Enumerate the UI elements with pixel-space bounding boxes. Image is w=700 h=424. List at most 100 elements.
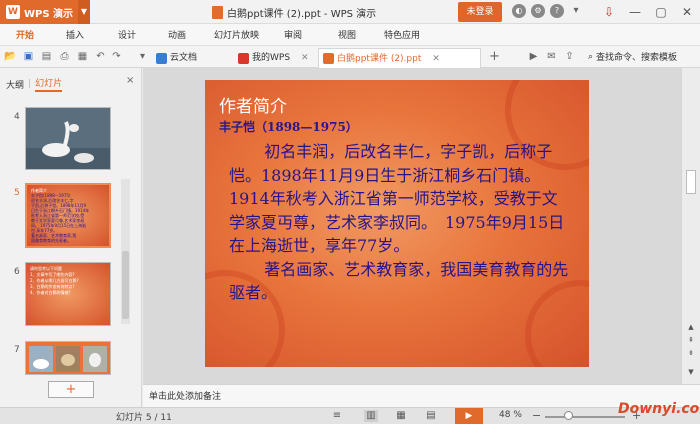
comment-icon[interactable]: ✉ [545,50,558,63]
slide-canvas[interactable]: 作者简介 丰子恺（1898—1975） 初名丰润，后改名丰仁，字子凯，后称子恺。… [205,80,589,367]
slide-thumbnail-7[interactable] [25,341,111,375]
thumb-5-text: 作者简介 丰子恺(1898—1975) 初名丰润,后改名丰仁,字 子凯,后称子恺… [27,185,109,246]
print-icon[interactable]: ⎙ [58,50,71,63]
tab-slides[interactable]: 幻灯片 [35,76,63,92]
settings-icon[interactable]: ⚙ [531,4,545,18]
slide-paragraph-2: 著名画家、艺术教育家，我国美育教育的先驱者。 [229,259,569,303]
watermark-logo: Downyi.com [618,401,700,417]
notes-placeholder: 单击此处添加备注 [149,392,222,402]
app-name: WPS 演示 [24,8,74,20]
ribbon-menu: 开始 插入 设计 动画 幻灯片放映 审阅 视图 特色应用 [0,24,700,46]
screen-record-icon[interactable]: ▶ [527,50,540,63]
slide-paragraph-1: 初名丰润，后改名丰仁，字子凯，后称子恺。1898年11月9日生于浙江桐乡石门镇。… [229,142,565,255]
editor-scrollbar[interactable]: ▲ ⇞ ⇟ ▼ [681,68,700,384]
document-title-text: 白鹅ppt课件 (2).ppt - WPS 演示 [227,9,377,20]
zoom-out-icon[interactable]: − [532,409,541,422]
thumb-number: 5 [14,188,20,198]
menu-design[interactable]: 设计 [118,28,136,41]
thumb-line: 国美育教育的先驱者。 [31,238,71,243]
menu-slideshow[interactable]: 幻灯片放映 [214,28,259,41]
panel-scroll-thumb[interactable] [122,251,129,319]
redo-icon[interactable]: ↷ [110,50,123,63]
slide-thumbnail-4[interactable] [25,107,111,170]
open-icon[interactable]: 📂 [4,50,17,63]
skin-icon[interactable]: ◐ [512,4,526,18]
tab-document[interactable]: 白鹅ppt课件 (2).ppt ✕ [318,48,481,68]
close-button[interactable]: ✕ [674,0,700,24]
slide-heading[interactable]: 作者简介 [219,92,287,117]
slide-thumbnail-6[interactable]: 请你思考以下问题 1、文章中写了哪些内容? 2、作者从哪几方面写白鹅? 3、白鹅… [25,262,111,326]
export-pdf-icon[interactable]: ▤ [40,50,53,63]
zoom-level: 48 % [499,410,522,420]
tab-cloud-docs[interactable]: 云文档 [152,48,201,68]
thumb-number: 4 [14,112,20,122]
slide-editor: 作者简介 丰子恺（1898—1975） 初名丰润，后改名丰仁，字子凯，后称子恺。… [143,68,681,384]
help-icon[interactable]: ? [550,4,564,18]
thumb-number: 6 [14,267,20,277]
tab-my-wps-label: 我的WPS [252,53,291,63]
chevron-down-icon[interactable]: ▼ [78,0,90,24]
quick-access-toolbar: 📂 ▣ ▤ ⎙ ▦ ↶ ↷ ▾ 云文档 我的WPS ✕ 白鹅ppt课件 (2).… [0,46,700,68]
maximize-button[interactable]: ▢ [648,0,674,24]
panel-scrollbar[interactable] [121,179,130,324]
scroll-up-arrow[interactable]: ▲ [686,323,696,331]
normal-view-icon[interactable]: ▥ [364,410,378,422]
tab-cloud-label: 云文档 [170,53,198,63]
search-label: 查找命令、搜索模板 [596,53,678,63]
slide-thumbnail-5[interactable]: 作者简介 丰子恺(1898—1975) 初名丰润,后改名丰仁,字 子凯,后称子恺… [25,183,111,248]
slide-panel: 大纲 | 幻灯片 × 4 5 作者简介 丰子恺(1898—1975) 初名丰润,… [0,68,142,407]
minimize-ribbon-icon[interactable]: ▾ [569,4,583,18]
thumb-6-text: 请你思考以下问题 1、文章中写了哪些内容? 2、作者从哪几方面写白鹅? 3、白鹅… [26,263,110,299]
menu-animation[interactable]: 动画 [168,28,186,41]
ppt-file-icon [212,6,223,19]
customize-toolbar-icon[interactable]: ▾ [136,50,149,63]
close-icon[interactable]: ✕ [301,48,309,68]
search-command[interactable]: ⌕ 查找命令、搜索模板 [588,50,678,64]
tab-outline[interactable]: 大纲 [6,78,24,91]
notes-toggle-icon[interactable]: ≡ [330,410,344,422]
minimize-button[interactable]: — [622,0,648,24]
search-icon: ⌕ [588,51,594,62]
play-slideshow-button[interactable]: ▶ [455,408,483,424]
next-slide-icon[interactable]: ⇟ [686,349,696,357]
tab-my-wps[interactable]: 我的WPS ✕ [234,48,313,68]
menu-home[interactable]: 开始 [16,28,34,41]
menu-view[interactable]: 视图 [338,28,356,41]
menu-insert[interactable]: 插入 [66,28,84,41]
title-bar: W WPS 演示 ▼ 白鹅ppt课件 (2).ppt - WPS 演示 未登录 … [0,0,700,24]
menu-features[interactable]: 特色应用 [384,28,420,41]
document-title: 白鹅ppt课件 (2).ppt - WPS 演示 [212,5,376,20]
slide-count: 幻灯片 5 / 11 [116,413,172,423]
print-preview-icon[interactable]: ▦ [76,50,89,63]
save-icon[interactable]: ▣ [22,50,35,63]
tab-separator: | [28,79,32,89]
animals-photos [26,342,110,374]
sync-icon[interactable]: ⇩ [596,0,622,24]
goose-photo [26,108,110,169]
cloud-icon [156,52,167,64]
zoom-slider[interactable] [545,416,625,418]
close-panel-icon[interactable]: × [126,75,134,86]
undo-icon[interactable]: ↶ [94,50,107,63]
wps-icon [238,52,249,64]
wps-app-menu-button[interactable]: W WPS 演示 ▼ [0,0,90,24]
slide-subtitle[interactable]: 丰子恺（1898—1975） [219,118,358,135]
slide-sorter-icon[interactable]: ▦ [394,410,408,422]
notes-pane[interactable]: 单击此处添加备注 [143,384,700,407]
scroll-down-arrow[interactable]: ▼ [686,368,696,376]
wps-logo-icon: W [6,5,20,19]
editor-scroll-thumb[interactable] [686,170,696,194]
close-icon[interactable]: ✕ [432,49,440,69]
status-bar: 幻灯片 5 / 11 ≡ ▥ ▦ ▤ ▶ 48 % − + [0,407,700,424]
tab-document-label: 白鹅ppt课件 (2).ppt [337,53,422,64]
new-tab-button[interactable]: + [488,50,501,63]
zoom-slider-knob[interactable] [564,411,573,420]
ppt-file-icon [323,53,334,64]
slide-body[interactable]: 初名丰润，后改名丰仁，字子凯，后称子恺。1898年11月9日生于浙江桐乡石门镇。… [229,140,569,305]
reading-view-icon[interactable]: ▤ [424,410,438,422]
add-slide-button[interactable]: + [48,381,94,398]
prev-slide-icon[interactable]: ⇞ [686,336,696,344]
menu-review[interactable]: 审阅 [284,28,302,41]
share-icon[interactable]: ⇪ [563,50,576,63]
login-button[interactable]: 未登录 [458,2,502,22]
